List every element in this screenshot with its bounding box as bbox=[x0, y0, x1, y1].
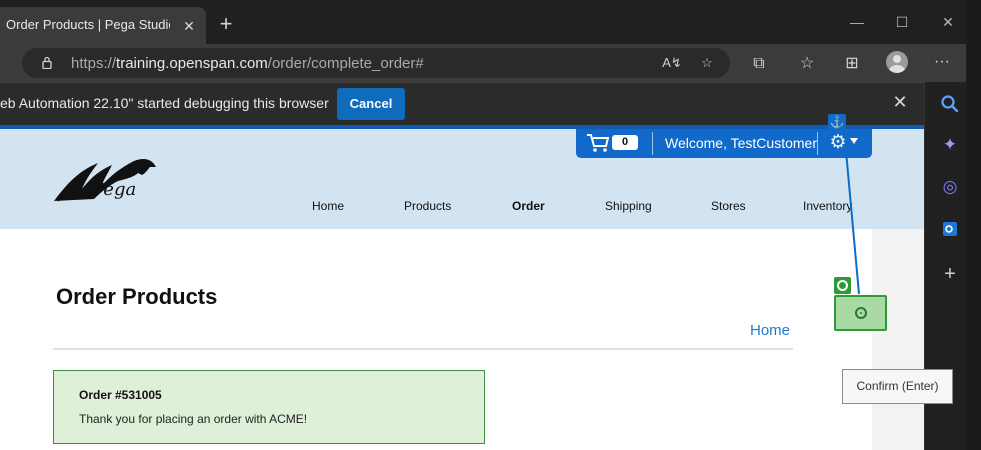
url-host: training.openspan.com bbox=[116, 55, 268, 72]
breadcrumb-home-link[interactable]: Home bbox=[750, 322, 790, 339]
infobar-message: eb Automation 22.10" started debugging t… bbox=[0, 95, 329, 111]
divider bbox=[53, 348, 793, 350]
toolbar-divider bbox=[817, 132, 818, 155]
web-page: Pega 0 Welcome, TestCustomer ⚙ Home Prod… bbox=[0, 129, 924, 450]
order-confirmation-panel: Order #531005 Thank you for placing an o… bbox=[53, 370, 485, 444]
search-icon[interactable] bbox=[939, 93, 961, 115]
favorite-add-icon[interactable]: ☆ bbox=[697, 54, 717, 72]
toolbar-divider bbox=[652, 132, 653, 155]
add-icon[interactable]: + bbox=[939, 263, 961, 285]
tab-close-icon[interactable]: ✕ bbox=[180, 17, 198, 35]
browser-tab-strip: Order Products | Pega Studio Tra ✕ + — ☐… bbox=[0, 0, 981, 45]
order-number: Order #531005 bbox=[79, 388, 162, 402]
welcome-text[interactable]: Welcome, TestCustomer bbox=[665, 135, 817, 151]
more-icon[interactable]: ··· bbox=[931, 52, 953, 72]
debug-infobar: eb Automation 22.10" started debugging t… bbox=[0, 82, 924, 125]
minimize-button[interactable]: — bbox=[845, 12, 869, 32]
cart-icon[interactable] bbox=[586, 133, 610, 153]
cart-count-badge[interactable]: 0 bbox=[612, 135, 638, 150]
office-icon[interactable]: ◎ bbox=[939, 176, 961, 198]
crosshair-icon bbox=[855, 307, 867, 319]
infobar-close-icon[interactable]: ✕ bbox=[890, 92, 910, 112]
copilot-icon[interactable]: ✦ bbox=[939, 134, 961, 156]
url-path: /order/complete_order# bbox=[267, 55, 424, 72]
lock-icon[interactable] bbox=[42, 56, 52, 69]
nav-shipping[interactable]: Shipping bbox=[605, 199, 652, 213]
anchor-highlight bbox=[821, 130, 866, 158]
pega-logo-text: Pega bbox=[92, 179, 137, 200]
anchor-icon[interactable]: ⚓ bbox=[828, 114, 846, 130]
cancel-button[interactable]: Cancel bbox=[337, 88, 405, 120]
nav-order[interactable]: Order bbox=[512, 199, 545, 213]
target-icon[interactable] bbox=[834, 277, 851, 294]
tab-title: Order Products | Pega Studio Tra bbox=[6, 17, 170, 32]
page-title: Order Products bbox=[56, 284, 218, 309]
automation-target-box[interactable] bbox=[834, 295, 887, 331]
confirm-tooltip: Confirm (Enter) bbox=[842, 369, 953, 404]
nav-products[interactable]: Products bbox=[404, 199, 451, 213]
address-bar[interactable]: https://training.openspan.com/order/comp… bbox=[22, 48, 730, 78]
maximize-button[interactable]: ☐ bbox=[890, 12, 914, 32]
profile-icon[interactable] bbox=[886, 51, 908, 73]
collections-icon[interactable]: ⊞ bbox=[841, 54, 863, 74]
new-tab-button[interactable]: + bbox=[215, 13, 237, 36]
thank-you-message: Thank you for placing an order with ACME… bbox=[79, 412, 308, 426]
favorites-icon[interactable]: ☆ bbox=[796, 54, 818, 74]
url-text[interactable]: https://training.openspan.com/order/comp… bbox=[71, 55, 424, 72]
url-scheme: https:// bbox=[71, 55, 117, 72]
extensions-icon[interactable]: ⧉ bbox=[748, 54, 770, 74]
page-side-gutter bbox=[872, 229, 924, 450]
window-close-button[interactable]: ✕ bbox=[936, 12, 960, 32]
browser-tab[interactable]: Order Products | Pega Studio Tra ✕ bbox=[0, 7, 206, 45]
nav-inventory[interactable]: Inventory bbox=[803, 199, 852, 213]
window-edge bbox=[966, 0, 981, 450]
nav-stores[interactable]: Stores bbox=[711, 199, 746, 213]
outlook-icon[interactable] bbox=[939, 218, 961, 240]
read-aloud-icon[interactable]: A↯ bbox=[662, 54, 682, 72]
address-bar-row: https://training.openspan.com/order/comp… bbox=[0, 44, 981, 82]
nav-home[interactable]: Home bbox=[312, 199, 344, 213]
site-header: Pega 0 Welcome, TestCustomer ⚙ Home Prod… bbox=[0, 129, 924, 229]
